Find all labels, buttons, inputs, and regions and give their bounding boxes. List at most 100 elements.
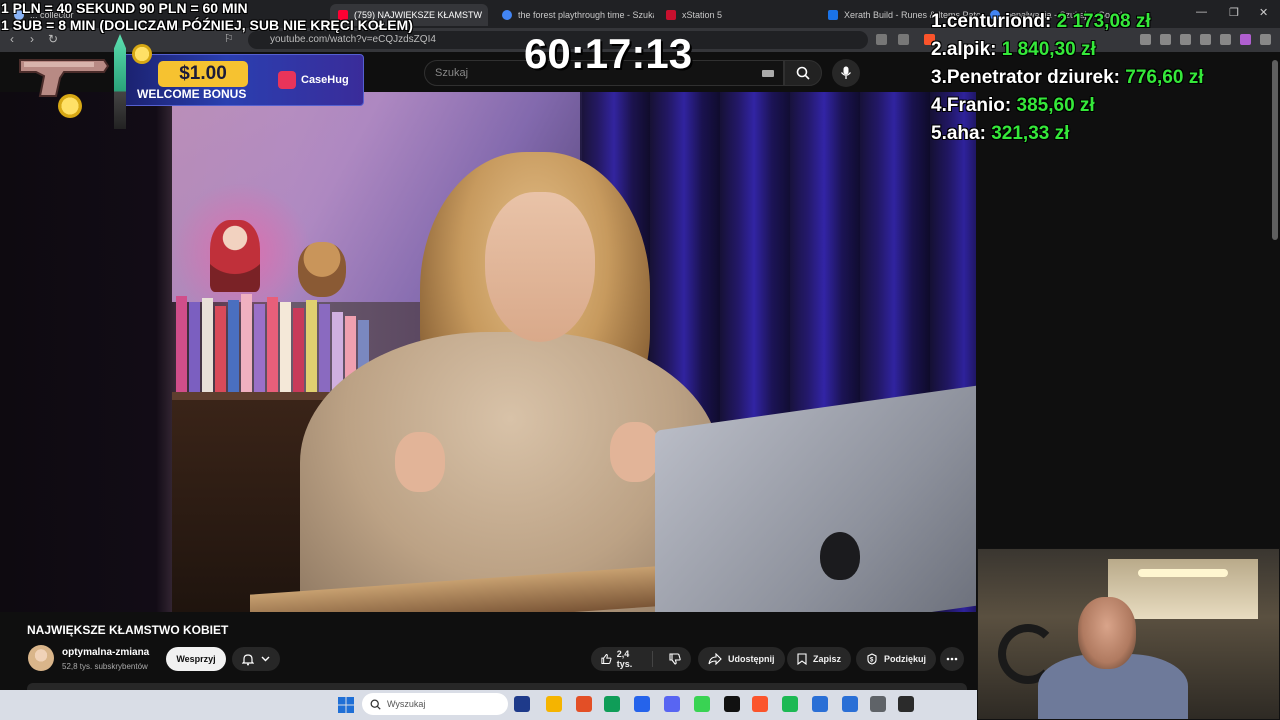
channel-avatar[interactable]	[28, 645, 54, 671]
video-player[interactable]	[0, 92, 976, 612]
bookmark-save-icon	[797, 653, 807, 665]
coin-icon	[58, 94, 82, 118]
spotify-icon[interactable]	[782, 696, 798, 712]
brave-icon[interactable]	[604, 696, 620, 712]
search-icon	[370, 699, 381, 710]
promo-brand: CaseHug	[278, 71, 349, 89]
like-button[interactable]: 2,4 tys.	[591, 649, 653, 669]
video-hand	[395, 432, 445, 492]
leaderboard-name: Penetrator dziurek:	[946, 67, 1121, 88]
like-count: 2,4 tys.	[616, 649, 633, 669]
menu-icon[interactable]	[1260, 34, 1271, 45]
keyboard-icon[interactable]	[762, 70, 774, 77]
save-button[interactable]: Zapisz	[787, 647, 852, 671]
notifications-button[interactable]	[232, 647, 280, 671]
leaderboard-amount: 1 840,30 zł	[1001, 39, 1096, 60]
thanks-label: Podziękuj	[884, 654, 927, 664]
leaderboard-name: alpik:	[946, 39, 997, 60]
rules-line-1: 1 PLN = 40 SEKUND 90 PLN = 60 MIN	[1, 0, 248, 16]
donation-leaderboard: 1.centuriond: 2 173,08 zł 2.alpik: 1 840…	[931, 8, 1203, 148]
league-icon[interactable]	[898, 696, 914, 712]
xstation-favicon	[666, 10, 676, 20]
reload-icon[interactable]: ↻	[48, 32, 58, 46]
pistol-icon	[19, 59, 110, 97]
video-title: NAJWIĘKSZE KŁAMSTWO KOBIET	[27, 623, 229, 637]
thumbs-down-icon	[669, 653, 681, 665]
voice-search-button[interactable]	[832, 59, 860, 87]
donation-rules-overlay: 1 PLN = 40 SEKUND 90 PLN = 60 MIN 1 SUB …	[1, 0, 413, 34]
leaderboard-rank: 5.	[931, 123, 947, 144]
thumbs-up-icon	[601, 654, 612, 664]
site-favicon	[828, 10, 838, 20]
browser-tab[interactable]: xStation 5	[658, 4, 818, 26]
leaderboard-row: 1.centuriond: 2 173,08 zł	[931, 8, 1203, 36]
close-window-icon[interactable]: ✕	[1259, 6, 1268, 19]
calculator-icon[interactable]	[812, 696, 828, 712]
support-button[interactable]: Wesprzyj	[166, 647, 226, 671]
casehug-logo-icon	[278, 71, 296, 89]
taskbar-search-placeholder: Wyszukaj	[387, 699, 426, 709]
leaderboard-row: 3.Penetrator dziurek: 776,60 zł	[931, 64, 1203, 92]
video-person-face	[485, 192, 595, 342]
cast-icon[interactable]	[876, 34, 887, 45]
leaderboard-name: Franio:	[946, 95, 1012, 116]
save-label: Zapisz	[813, 654, 842, 664]
razer-icon[interactable]	[724, 696, 740, 712]
video-hand	[610, 422, 660, 482]
thanks-button[interactable]: $ Podziękuj	[856, 647, 937, 671]
webcam-light	[1138, 569, 1228, 577]
taskbar-search-input[interactable]: Wyszukaj	[362, 693, 508, 715]
chrome-icon[interactable]	[634, 696, 650, 712]
leaderboard-name: centuriond:	[946, 11, 1052, 32]
microphone-icon	[840, 66, 852, 79]
copilot-icon[interactable]	[546, 696, 562, 712]
subscriber-count: 52,8 tys. subskrybentów	[62, 662, 148, 671]
video-toy	[210, 220, 260, 292]
vpn-icon[interactable]	[1220, 34, 1231, 45]
channel-name[interactable]: optymalna-zmiana	[62, 647, 149, 658]
more-actions-button[interactable]	[940, 647, 964, 671]
chevron-down-icon	[261, 656, 270, 662]
leaderboard-row: 4.Franio: 385,60 zł	[931, 92, 1203, 120]
forward-icon[interactable]: ›	[30, 32, 34, 46]
discord-icon[interactable]	[694, 696, 710, 712]
share-label: Udostępnij	[728, 654, 775, 664]
dislike-button[interactable]	[659, 653, 691, 665]
page-scrollbar[interactable]	[1272, 60, 1278, 240]
windows-start-icon[interactable]	[338, 697, 354, 713]
leaderboard-amount: 385,60 zł	[1016, 95, 1095, 116]
leaderboard-row: 5.aha: 321,33 zł	[931, 120, 1203, 148]
share-icon[interactable]	[898, 34, 909, 45]
task-view-icon[interactable]	[514, 696, 530, 712]
tab-label: xStation 5	[682, 10, 723, 20]
share-arrow-icon	[708, 653, 722, 665]
settings-icon[interactable]	[870, 696, 886, 712]
tab-label: the forest playthrough time - Szuka	[518, 10, 654, 20]
super-thanks-icon: $	[867, 653, 877, 665]
profile-icon[interactable]	[1240, 34, 1251, 45]
search-icon	[796, 66, 810, 80]
webcam-person-head	[1078, 597, 1136, 669]
video-toy	[298, 242, 346, 297]
more-dots-icon	[946, 657, 958, 661]
leaderboard-amount: 321,33 zł	[991, 123, 1070, 144]
browser-tab[interactable]: the forest playthrough time - Szuka	[494, 4, 654, 26]
search-button[interactable]	[784, 60, 822, 86]
google-favicon	[502, 10, 512, 20]
leaderboard-name: aha:	[946, 123, 986, 144]
streamer-webcam	[977, 548, 1280, 720]
store-icon[interactable]	[664, 696, 680, 712]
leaderboard-rank: 3.	[931, 67, 947, 88]
back-icon[interactable]: ‹	[10, 32, 14, 46]
notepad-icon[interactable]	[842, 696, 858, 712]
file-explorer-icon[interactable]	[576, 696, 592, 712]
leaderboard-rank: 2.	[931, 39, 947, 60]
obs-icon[interactable]	[752, 696, 768, 712]
apple-logo-icon	[820, 532, 860, 580]
leaderboard-amount: 776,60 zł	[1125, 67, 1204, 88]
leaderboard-rank: 1.	[931, 11, 947, 32]
like-dislike-group: 2,4 tys.	[591, 647, 691, 671]
leaderboard-amount: 2 173,08 zł	[1056, 11, 1151, 32]
share-button[interactable]: Udostępnij	[698, 647, 785, 671]
maximize-icon[interactable]: ❐	[1229, 6, 1239, 19]
